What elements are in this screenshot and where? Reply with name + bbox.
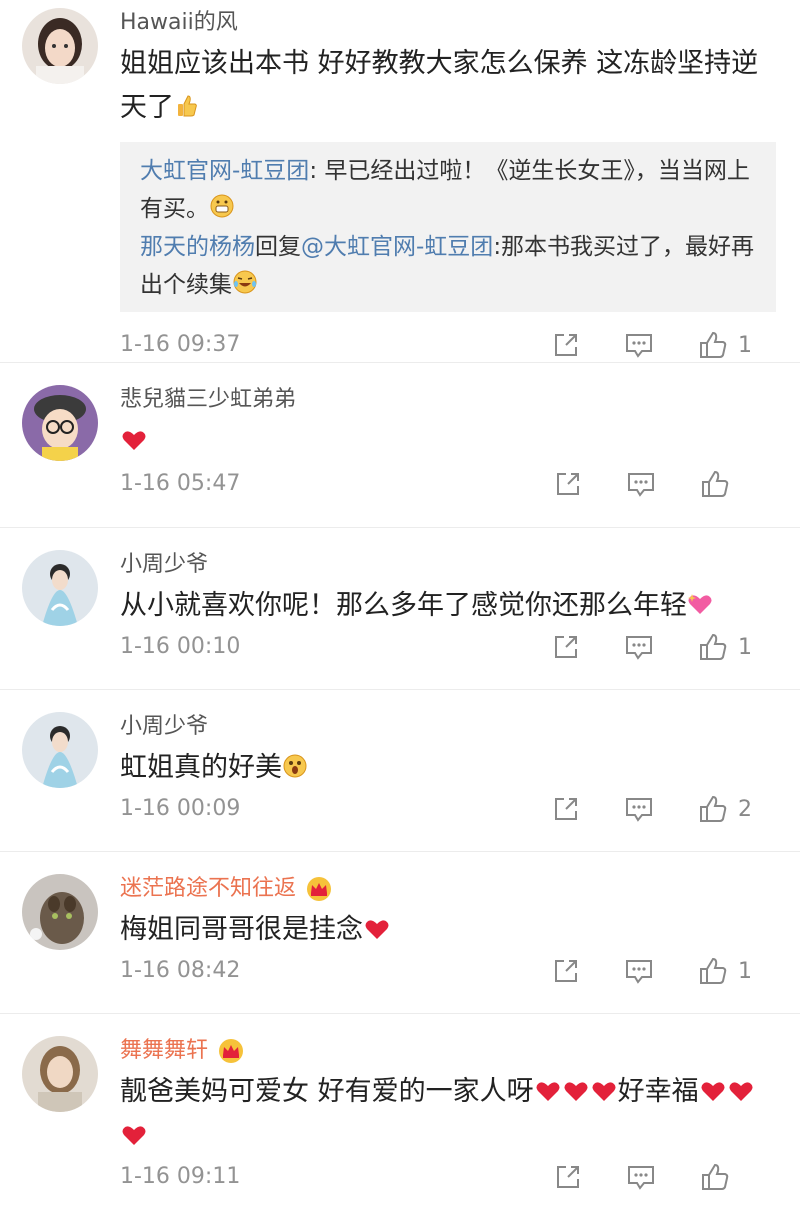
- user-name[interactable]: 小周少爷: [120, 550, 776, 580]
- timestamp: 1-16 09:37: [120, 332, 241, 357]
- like-count: 1: [738, 634, 752, 660]
- thumbs-up-icon: [700, 331, 727, 358]
- mention-link[interactable]: @大虹官网-虹豆团: [301, 234, 493, 260]
- share-icon: [557, 473, 579, 495]
- thumbs-up-icon: [702, 1163, 729, 1190]
- user-name[interactable]: 迷茫路途不知往返: [120, 874, 776, 904]
- comment-text: 靓爸美妈可爱女 好有爱的一家人呀 好幸福: [120, 1070, 776, 1158]
- avatar[interactable]: [22, 874, 98, 950]
- share-button[interactable]: [554, 470, 582, 498]
- heart-emoji-icon: [364, 911, 390, 939]
- comment-icon: [628, 473, 654, 497]
- comment-icon: [626, 334, 652, 358]
- comment-text: [120, 419, 776, 463]
- user-name[interactable]: 悲兒貓三少虹弟弟: [120, 385, 776, 415]
- comment-text: 从小就喜欢你呢！那么多年了感觉你还那么年轻: [120, 584, 776, 628]
- comment-meta: 1-16 09:11: [120, 1162, 776, 1222]
- timestamp: 1-16 00:09: [120, 796, 241, 821]
- thumbs-up-icon: [700, 957, 727, 984]
- avatar[interactable]: [22, 712, 98, 788]
- reply-button[interactable]: [624, 331, 654, 359]
- like-count: 2: [738, 796, 752, 822]
- comment-feed: Hawaii的风 姐姐应该出本书 好好教教大家怎么保养 这冻龄坚持逆天了 大虹官…: [0, 0, 800, 1190]
- comment-text: 姐姐应该出本书 好好教教大家怎么保养 这冻龄坚持逆天了: [120, 48, 759, 123]
- avatar[interactable]: [22, 8, 98, 84]
- comment-item: Hawaii的风 姐姐应该出本书 好好教教大家怎么保养 这冻龄坚持逆天了 大虹官…: [0, 0, 800, 363]
- sparkling-heart-emoji-icon: [687, 587, 713, 614]
- reply-item: 那天的杨杨回复@大虹官网-虹豆团:那本书我买过了，最好再出个续集: [140, 234, 755, 298]
- avatar[interactable]: [22, 1036, 98, 1112]
- share-icon: [555, 960, 577, 982]
- comment-text: 梅姐同哥哥很是挂念: [120, 908, 776, 952]
- comment-icon: [626, 636, 652, 660]
- comment-text: 虹姐真的好美: [120, 746, 776, 790]
- heart-emoji-icon: [700, 1073, 726, 1101]
- share-icon: [555, 636, 577, 658]
- heart-emoji-icon: [121, 422, 147, 450]
- reply-button[interactable]: [626, 1163, 656, 1191]
- like-button[interactable]: 2: [698, 794, 752, 824]
- share-button[interactable]: [554, 1163, 582, 1191]
- comment-item: 舞舞舞轩 靓爸美妈可爱女 好有爱的一家人呀 好幸福 1-16 09:11: [0, 1014, 800, 1190]
- grin-emoji-icon: [209, 193, 235, 219]
- like-button[interactable]: 1: [698, 956, 752, 986]
- reply-button[interactable]: [624, 957, 654, 985]
- like-button[interactable]: [700, 1162, 752, 1192]
- avatar[interactable]: [22, 550, 98, 626]
- thumbs-up-emoji-icon: [174, 89, 200, 117]
- comment-item: 小周少爷 从小就喜欢你呢！那么多年了感觉你还那么年轻 1-16 00:10 1: [0, 528, 800, 690]
- share-button[interactable]: [552, 331, 580, 359]
- vip-crown-icon: [304, 876, 334, 902]
- vip-crown-icon: [216, 1038, 246, 1064]
- avatar[interactable]: [22, 385, 98, 461]
- thumbs-up-icon: [700, 633, 727, 660]
- heart-emoji-icon: [121, 1117, 147, 1145]
- reply-user-link[interactable]: 大虹官网-虹豆团: [140, 158, 309, 184]
- heart-emoji-icon: [535, 1073, 561, 1101]
- comment-icon: [626, 798, 652, 822]
- share-icon: [555, 798, 577, 820]
- timestamp: 1-16 00:10: [120, 634, 241, 659]
- user-name[interactable]: 小周少爷: [120, 712, 776, 742]
- user-name[interactable]: Hawaii的风: [120, 8, 776, 38]
- like-count: 1: [738, 958, 752, 984]
- heart-emoji-icon: [591, 1073, 617, 1101]
- comment-icon: [628, 1166, 654, 1190]
- thumbs-up-icon: [702, 470, 729, 497]
- share-button[interactable]: [552, 957, 580, 985]
- reply-button[interactable]: [624, 795, 654, 823]
- share-icon: [557, 1166, 579, 1188]
- thumbs-up-icon: [700, 795, 727, 822]
- timestamp: 1-16 08:42: [120, 958, 241, 983]
- shocked-face-emoji-icon: [282, 749, 308, 778]
- share-icon: [555, 334, 577, 356]
- comment-item: 迷茫路途不知往返 梅姐同哥哥很是挂念 1-16 08:42 1: [0, 852, 800, 1014]
- reply-button[interactable]: [626, 470, 656, 498]
- comment-meta: 1-16 00:10 1: [120, 632, 776, 692]
- share-button[interactable]: [552, 633, 580, 661]
- timestamp: 1-16 09:11: [120, 1164, 241, 1189]
- like-button[interactable]: [700, 469, 752, 499]
- comment-item: 悲兒貓三少虹弟弟 1-16 05:47: [0, 363, 800, 528]
- like-button[interactable]: 1: [698, 330, 752, 360]
- reply-item: 大虹官网-虹豆团: 早已经出过啦！《逆生长女王》，当当网上有买。: [140, 158, 750, 222]
- like-count: 1: [738, 332, 752, 358]
- timestamp: 1-16 05:47: [120, 471, 241, 496]
- user-name[interactable]: 舞舞舞轩: [120, 1036, 776, 1066]
- heart-emoji-icon: [563, 1073, 589, 1101]
- reply-user-link[interactable]: 那天的杨杨: [140, 234, 255, 260]
- reply-button[interactable]: [624, 633, 654, 661]
- laugh-cry-emoji-icon: [232, 269, 258, 295]
- comment-icon: [626, 960, 652, 984]
- heart-emoji-icon: [728, 1073, 754, 1101]
- comment-meta: 1-16 05:47: [120, 469, 776, 529]
- comment-item: 小周少爷 虹姐真的好美 1-16 00:09 2: [0, 690, 800, 852]
- like-button[interactable]: 1: [698, 632, 752, 662]
- comment-meta: 1-16 00:09 2: [120, 794, 776, 854]
- share-button[interactable]: [552, 795, 580, 823]
- comment-meta: 1-16 08:42 1: [120, 956, 776, 1016]
- reply-box[interactable]: 大虹官网-虹豆团: 早已经出过啦！《逆生长女王》，当当网上有买。 那天的杨杨回复…: [120, 142, 776, 312]
